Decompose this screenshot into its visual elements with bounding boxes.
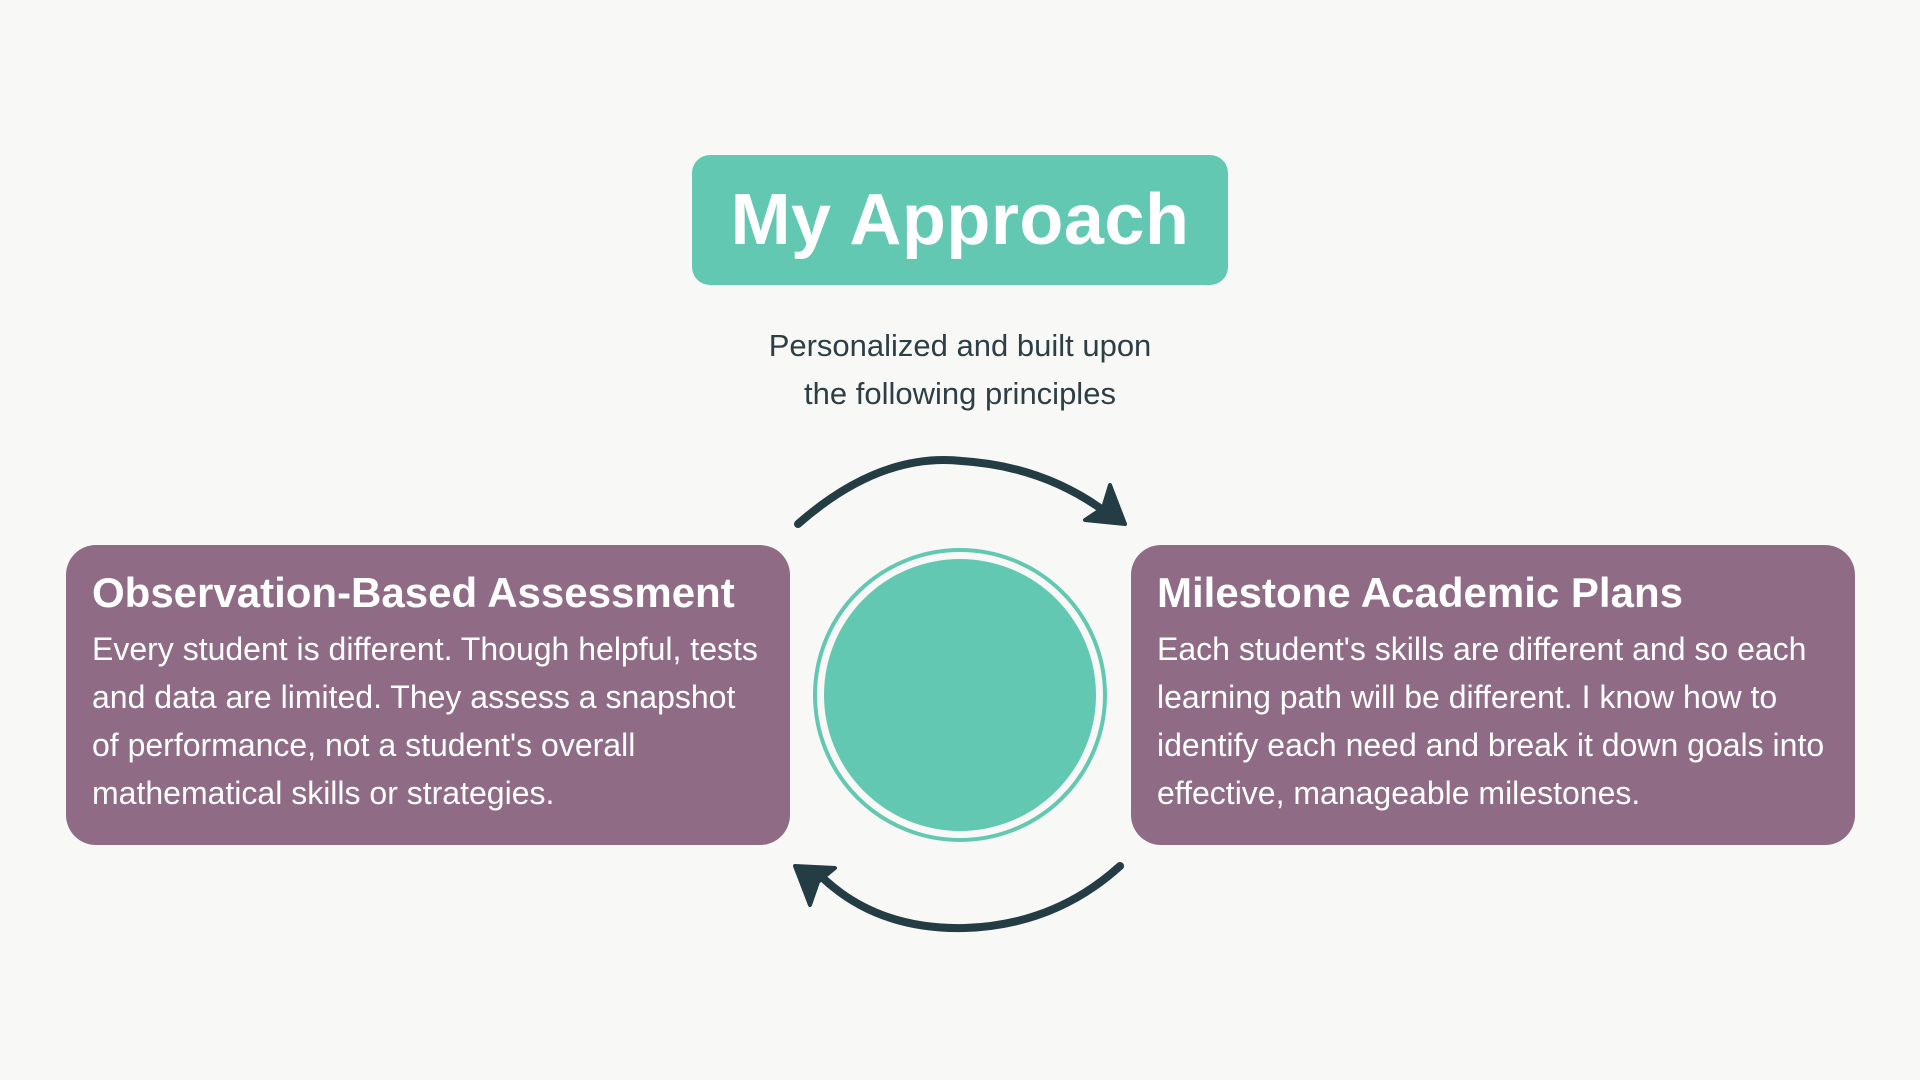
card-observation-assessment: Observation-Based Assessment Every stude… bbox=[66, 545, 790, 845]
subtitle-line-2: the following principles bbox=[804, 376, 1116, 411]
card-heading: Milestone Academic Plans bbox=[1157, 569, 1683, 616]
card-milestone-plans: Milestone Academic Plans Each student's … bbox=[1131, 545, 1855, 845]
title-banner: My Approach bbox=[692, 155, 1228, 285]
center-circle bbox=[813, 548, 1107, 842]
curved-arrow-left-icon bbox=[793, 862, 1124, 933]
approach-slide: My Approach Personalized and built upon … bbox=[0, 0, 1920, 1080]
page-title: My Approach bbox=[730, 180, 1190, 260]
card-body: Each student's skills are different and … bbox=[1157, 631, 1825, 811]
subtitle: Personalized and built upon the followin… bbox=[660, 322, 1260, 418]
card-body: Every student is different. Though helpf… bbox=[92, 631, 758, 811]
subtitle-line-1: Personalized and built upon bbox=[768, 328, 1152, 363]
card-heading: Observation-Based Assessment bbox=[92, 569, 735, 616]
curved-arrow-right-icon bbox=[794, 456, 1127, 528]
